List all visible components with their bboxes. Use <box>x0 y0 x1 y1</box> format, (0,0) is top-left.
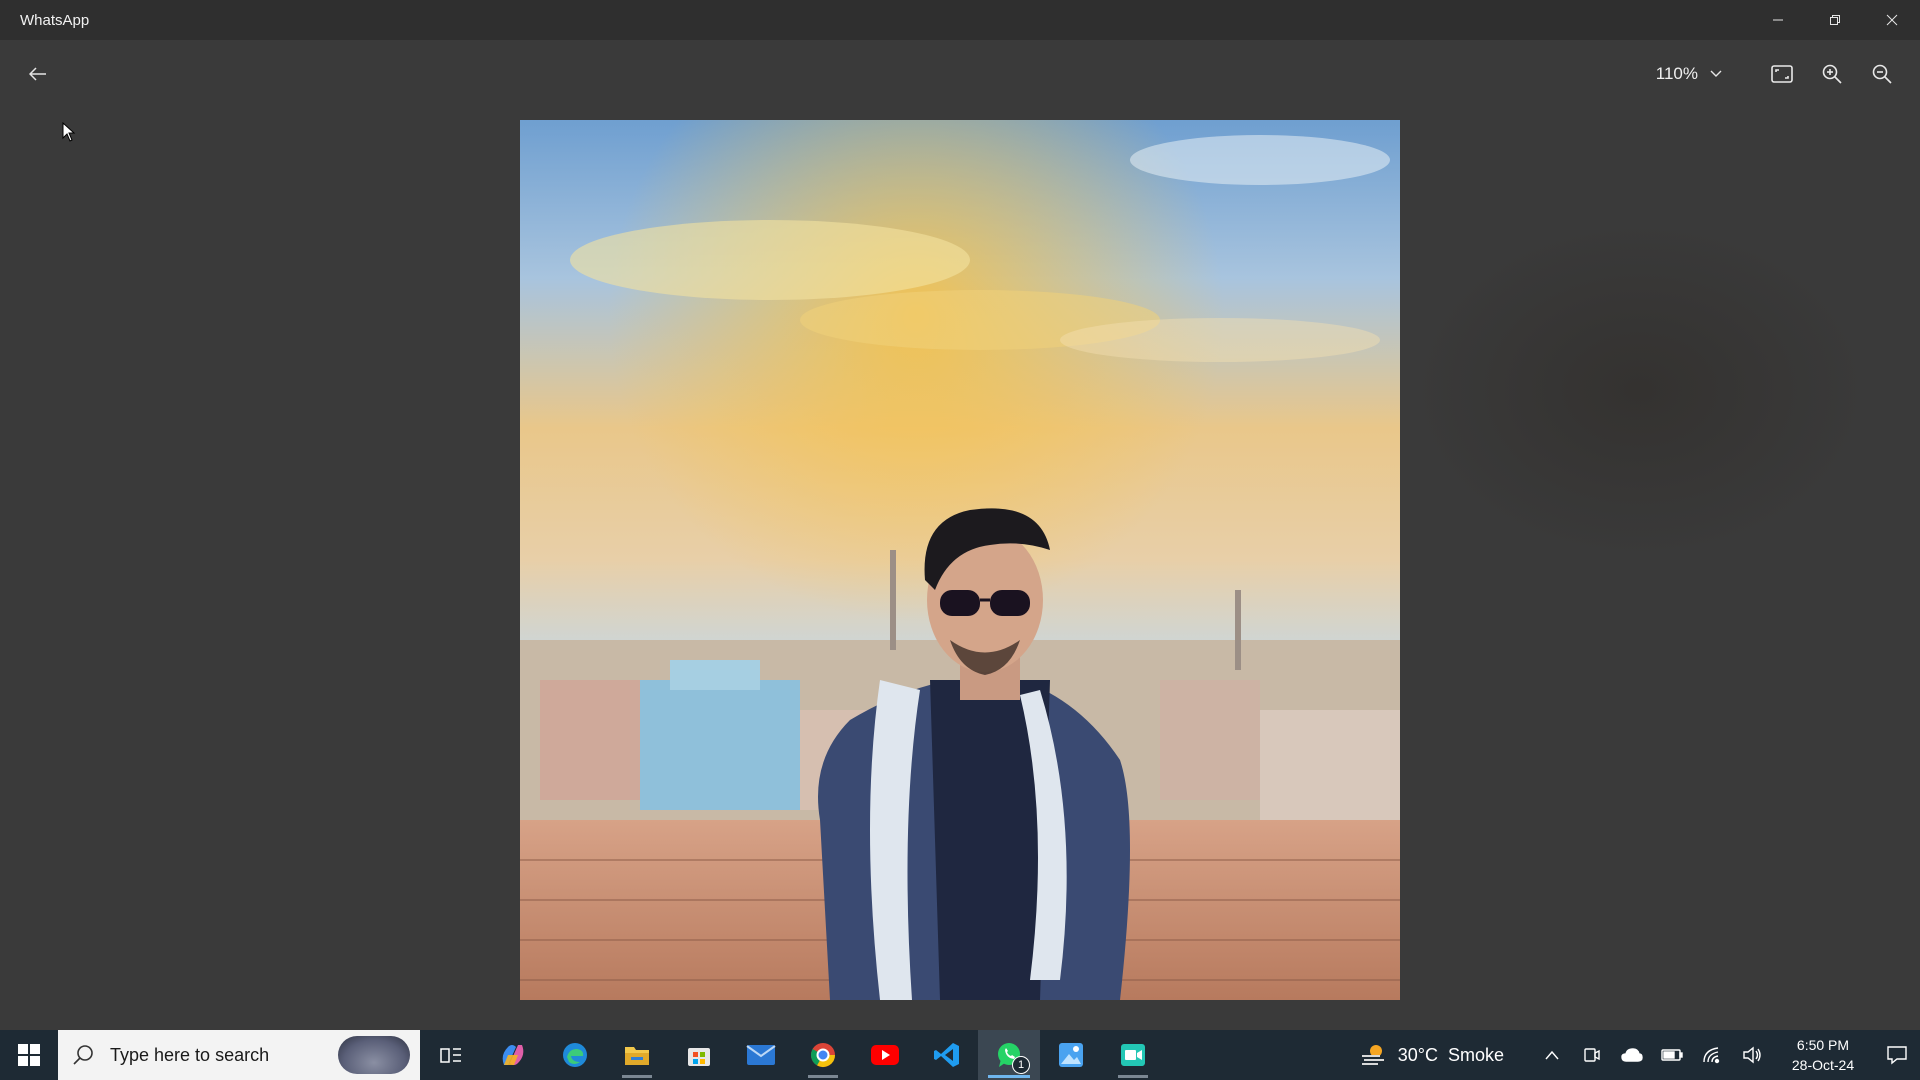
back-button[interactable] <box>22 58 54 90</box>
task-view-icon <box>440 1048 461 1063</box>
battery-icon <box>1661 1049 1683 1061</box>
title-bar: WhatsApp <box>0 0 1920 40</box>
minimize-button[interactable] <box>1749 0 1806 40</box>
restore-icon <box>1829 15 1840 25</box>
minimize-icon <box>1772 19 1783 21</box>
taskbar-search-box[interactable]: Type here to search <box>58 1030 420 1080</box>
copilot-button[interactable] <box>482 1030 544 1080</box>
mail-icon <box>746 1045 776 1065</box>
whatsapp-unread-badge: 1 <box>1012 1056 1030 1074</box>
taskbar: Type here to search 1 30°C Smoke 6:50 PM… <box>0 1030 1920 1080</box>
close-button[interactable] <box>1863 0 1920 40</box>
folder-icon <box>625 1047 649 1065</box>
image-viewer: 110% <box>0 40 1920 1030</box>
portrait-image <box>520 120 1400 1000</box>
photos-icon <box>1059 1043 1083 1067</box>
youtube-icon <box>871 1045 899 1065</box>
search-placeholder: Type here to search <box>110 1044 270 1065</box>
vs-code-button[interactable] <box>916 1030 978 1080</box>
system-tray: 30°C Smoke 6:50 PM 28-Oct-24 <box>1360 1030 1920 1080</box>
app-title: WhatsApp <box>20 11 90 29</box>
fit-to-screen-button[interactable] <box>1762 56 1802 92</box>
screen-recorder-button[interactable] <box>1102 1030 1164 1080</box>
notification-center-button[interactable] <box>1874 1030 1920 1080</box>
viewer-toolbar: 110% <box>1656 56 1902 92</box>
onedrive-button[interactable] <box>1612 1030 1652 1080</box>
zoom-out-button[interactable] <box>1862 56 1902 92</box>
network-button[interactable] <box>1692 1030 1732 1080</box>
meet-now-button[interactable] <box>1572 1030 1612 1080</box>
camera-icon <box>1584 1048 1600 1062</box>
store-icon <box>688 1048 710 1066</box>
chevron-up-icon <box>1545 1050 1559 1060</box>
zoom-out-icon <box>1872 64 1892 84</box>
photos-editor-button[interactable] <box>1040 1030 1102 1080</box>
mail-button[interactable] <box>730 1030 792 1080</box>
mouse-cursor-icon <box>62 122 76 142</box>
chrome-icon <box>810 1043 835 1068</box>
window-controls <box>1749 0 1920 40</box>
edge-button[interactable] <box>544 1030 606 1080</box>
zoom-in-button[interactable] <box>1812 56 1852 92</box>
weather-condition: Smoke <box>1447 1044 1504 1065</box>
zoom-level: 110% <box>1655 64 1698 83</box>
notification-icon <box>1887 1046 1907 1065</box>
chevron-down-icon <box>1710 70 1722 77</box>
whatsapp-button[interactable]: 1 <box>978 1030 1040 1080</box>
cloud-icon <box>1621 1048 1643 1062</box>
vs-code-icon <box>934 1043 959 1067</box>
clock-time: 6:50 PM <box>1796 1037 1850 1053</box>
weather-temperature: 30°C <box>1397 1044 1438 1065</box>
clock[interactable]: 6:50 PM 28-Oct-24 <box>1778 1035 1868 1075</box>
task-view-button[interactable] <box>420 1030 482 1080</box>
windows-logo-icon <box>18 1044 40 1066</box>
volume-button[interactable] <box>1732 1030 1772 1080</box>
edge-icon <box>563 1043 587 1067</box>
screen-recorder-icon <box>1121 1044 1145 1066</box>
microsoft-store-button[interactable] <box>668 1030 730 1080</box>
speaker-icon <box>1743 1046 1761 1064</box>
battery-button[interactable] <box>1652 1030 1692 1080</box>
restore-button[interactable] <box>1806 0 1863 40</box>
youtube-button[interactable] <box>854 1030 916 1080</box>
photo <box>520 120 1400 1000</box>
search-highlight-image <box>338 1036 410 1074</box>
weather-widget[interactable]: 30°C Smoke <box>1360 1042 1504 1068</box>
file-explorer-button[interactable] <box>606 1030 668 1080</box>
weather-icon <box>1361 1045 1384 1065</box>
search-icon <box>73 1045 93 1065</box>
arrow-left-icon <box>29 67 46 81</box>
clock-date: 28-Oct-24 <box>1791 1057 1855 1073</box>
close-icon <box>1886 14 1897 26</box>
zoom-in-icon <box>1822 64 1842 84</box>
start-button[interactable] <box>0 1030 58 1080</box>
chrome-button[interactable] <box>792 1030 854 1080</box>
wifi-icon <box>1703 1047 1720 1064</box>
fit-to-screen-icon <box>1771 65 1793 83</box>
copilot-icon <box>502 1045 524 1065</box>
zoom-level-dropdown[interactable]: 110% <box>1656 64 1722 84</box>
show-hidden-icons-button[interactable] <box>1532 1030 1572 1080</box>
